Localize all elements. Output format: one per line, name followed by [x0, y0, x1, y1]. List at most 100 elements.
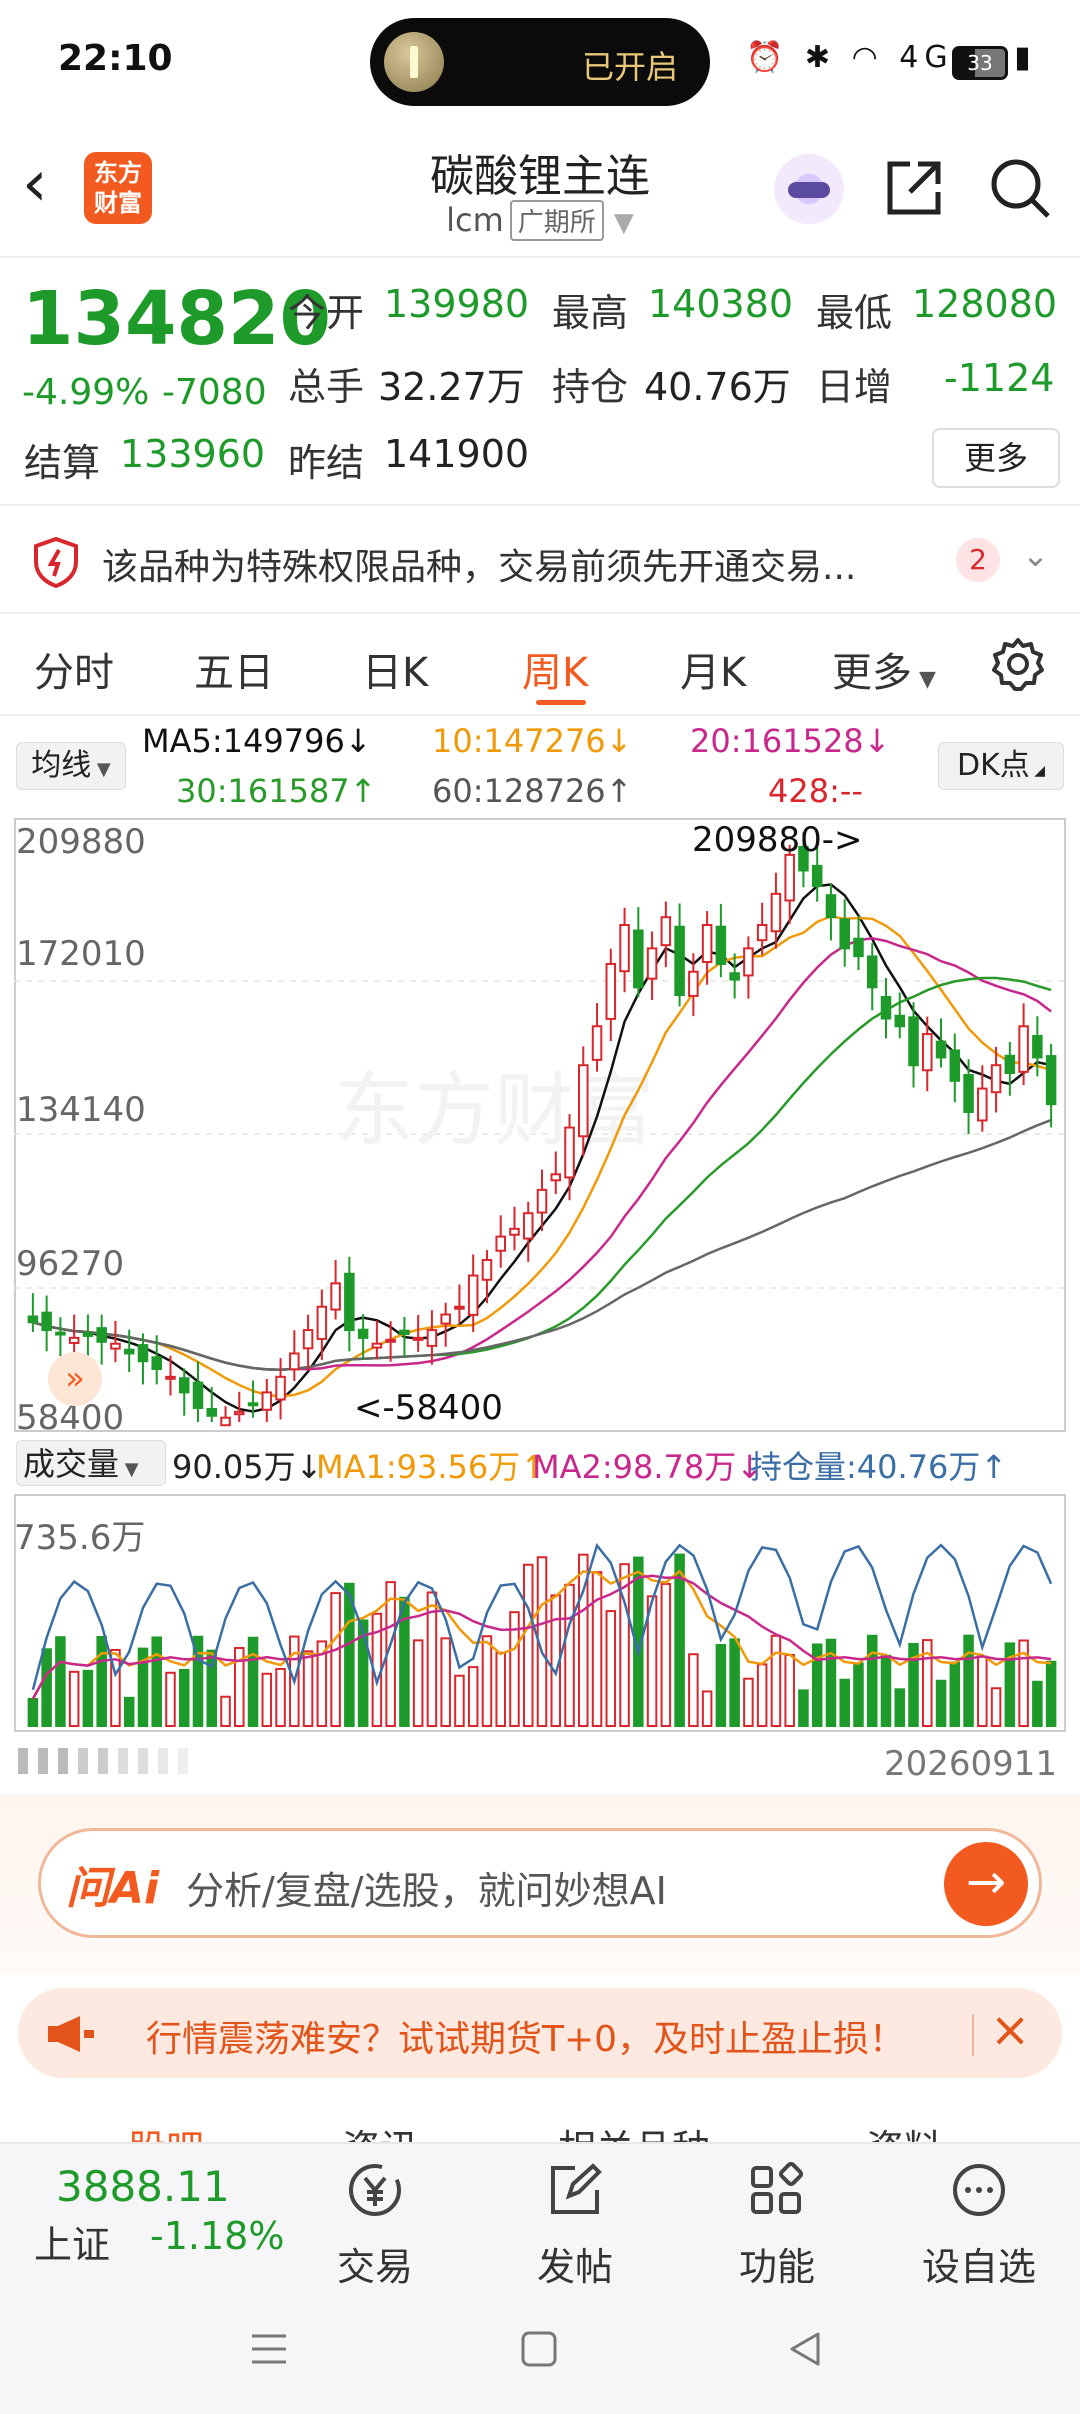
ma20-value: 20:161528↓ [690, 722, 891, 760]
back-nav-icon[interactable] [780, 2324, 830, 2374]
contract-code: lcm [446, 201, 504, 239]
candle-body [440, 1313, 451, 1325]
chevron-down-icon: ▼ [613, 208, 634, 238]
notice-text[interactable]: 该品种为特殊权限品种，交易前须先开通交易... [102, 538, 856, 590]
candle-body [316, 1305, 328, 1340]
tab-intraday[interactable]: 分时 [34, 640, 114, 698]
tab-monthly-k[interactable]: 月K [680, 640, 746, 698]
timeline-scroller[interactable] [18, 1746, 188, 1776]
candle-body [426, 1329, 438, 1347]
volume-bar [151, 1636, 162, 1728]
candle-body [990, 1064, 1002, 1094]
volume-bar [564, 1583, 575, 1727]
high-label: 最高 [552, 291, 629, 335]
tab-daily-k[interactable]: 日K [362, 640, 428, 698]
candle-body [743, 947, 754, 977]
candle-body [206, 1408, 218, 1417]
promo-text[interactable]: 行情震荡难安？试试期货T+0，及时止盈止损！ [146, 2010, 905, 2062]
candle-body [619, 924, 630, 973]
oi-value: 40.76万 [644, 365, 791, 409]
candle-body [55, 1331, 66, 1336]
candle-body [481, 1258, 493, 1281]
settle-value: 133960 [120, 432, 266, 476]
candle-body [770, 892, 782, 933]
dynamic-island[interactable]: 已开启 [370, 18, 710, 106]
functions-button[interactable]: 功能 [712, 2160, 842, 2291]
tab-more[interactable]: 更多 ▼ [832, 640, 936, 698]
volume-bar [770, 1634, 782, 1727]
volume-bar [688, 1653, 699, 1727]
home-icon[interactable] [514, 2324, 564, 2374]
add-watchlist-button[interactable]: 设自选 [914, 2160, 1044, 2291]
candle-body [935, 1040, 947, 1059]
tab-weekly-k[interactable]: 周K [522, 640, 588, 698]
volume-bar [522, 1563, 534, 1727]
volume-bar [454, 1674, 465, 1728]
candle-body [784, 853, 795, 902]
index-value[interactable]: 3888.11 [56, 2162, 230, 2211]
post-button[interactable]: 发帖 [510, 2160, 640, 2291]
indicator-select-label: 均线 [31, 748, 92, 783]
active-tab-indicator [536, 700, 586, 705]
candle-body [137, 1344, 149, 1363]
prev-settle-value: 141900 [384, 432, 530, 476]
tab-five-day[interactable]: 五日 [194, 640, 274, 698]
volume-bar [275, 1667, 286, 1727]
indicator-select[interactable]: 均线 ▼ [16, 742, 126, 790]
gear-icon[interactable] [990, 636, 1046, 692]
flashlight-icon [384, 32, 444, 92]
volume-bar [701, 1690, 713, 1727]
candle-body [729, 972, 740, 981]
dk-points-button[interactable]: DK点 ◢ [938, 742, 1064, 790]
volume-bar [412, 1639, 424, 1727]
expand-arrows-icon[interactable]: » [48, 1352, 102, 1406]
ma60-value: 60:128726↑ [432, 772, 633, 810]
volume-chart[interactable] [14, 1494, 1066, 1732]
candle-body [27, 1315, 39, 1324]
volume-bar [894, 1688, 906, 1727]
kline-chart[interactable]: 东方财富 [14, 818, 1066, 1432]
candle-body [399, 1329, 410, 1335]
chevron-down-icon[interactable]: ⌄ [1022, 536, 1049, 574]
menu-icon[interactable] [244, 2324, 294, 2374]
volume-bar [591, 1571, 603, 1727]
volume-value: 90.05万↓ [172, 1448, 323, 1486]
trade-button[interactable]: 交易 [310, 2160, 440, 2291]
candle-body [646, 947, 658, 980]
volume-max-label: 735.6万 [14, 1518, 146, 1558]
candle-body [357, 1328, 369, 1339]
share-icon[interactable] [882, 156, 946, 220]
candle-body [977, 1087, 988, 1122]
volume-indicator-select[interactable]: 成交量 ▼ [16, 1440, 166, 1486]
volume-bar [935, 1679, 947, 1728]
volume-bar [963, 1634, 974, 1728]
index-name[interactable]: 上证 [34, 2214, 110, 2269]
shield-icon [34, 536, 78, 588]
index-change[interactable]: -1.18% [150, 2214, 284, 2258]
candle-body [1045, 1055, 1057, 1106]
volume-bar [743, 1677, 754, 1728]
volume-bar [41, 1648, 52, 1728]
volume-bar [440, 1637, 451, 1727]
candle-body [564, 1126, 575, 1179]
yen-coin-icon [349, 2164, 401, 2216]
settle-label: 结算 [24, 441, 101, 485]
volume-bar [798, 1689, 809, 1728]
close-icon[interactable]: × [990, 2002, 1030, 2058]
clock: 22:10 [58, 38, 173, 79]
low-value: 128080 [912, 282, 1058, 326]
change-percent: -4.99% [22, 372, 150, 413]
volume-bar [206, 1649, 218, 1727]
ai-assistant-icon[interactable] [774, 154, 844, 224]
candle-body [261, 1391, 273, 1411]
candle-body [509, 1227, 520, 1236]
volume-bar [866, 1634, 878, 1728]
arrow-right-icon[interactable]: → [944, 1842, 1028, 1926]
more-button[interactable]: 更多 [932, 428, 1060, 488]
candle-body [96, 1327, 107, 1343]
ai-search-input[interactable]: 分析/复盘/选股，就问妙想AI [186, 1860, 667, 1915]
volume-bar [756, 1663, 768, 1727]
candle-body [495, 1235, 506, 1252]
ma10-value: 10:147276↓ [432, 722, 633, 760]
search-icon[interactable] [986, 154, 1056, 224]
